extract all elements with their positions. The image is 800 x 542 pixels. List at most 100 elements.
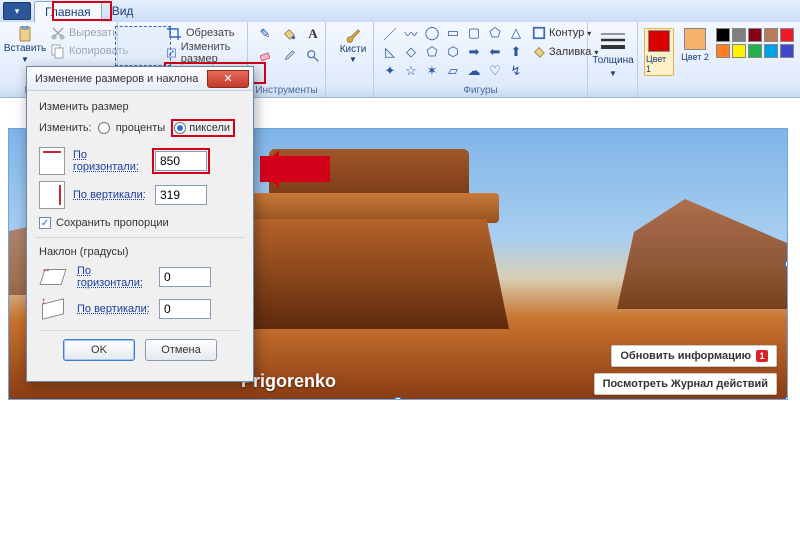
radio-pixels[interactable] (174, 122, 186, 134)
tab-view[interactable]: Вид (102, 1, 144, 21)
skew-h-input[interactable] (159, 267, 211, 287)
shape-triangle[interactable]: △ (506, 24, 526, 42)
app-menu-button[interactable]: ▾ (3, 2, 31, 20)
magnifier-icon (306, 49, 320, 63)
shape-line[interactable]: ／ (380, 24, 400, 42)
fill-label: Заливка (549, 46, 591, 58)
radio-percent[interactable] (98, 122, 110, 134)
thickness-icon (599, 30, 627, 52)
shape-polygon[interactable]: ⬠ (485, 24, 505, 42)
keep-aspect-checkbox[interactable]: ✓ (39, 217, 51, 229)
shape-cloud[interactable]: ☁ (464, 62, 484, 80)
shape-lightning[interactable]: ↯ (506, 62, 526, 80)
group-tools: ✎ A Инструменты (248, 22, 326, 97)
color1-button[interactable]: Цвет 1 (644, 28, 674, 76)
keep-aspect-label: Сохранить пропорции (56, 217, 169, 229)
bucket-tool[interactable] (278, 24, 300, 44)
horizontal-icon (39, 147, 65, 175)
palette-swatch[interactable] (716, 28, 730, 42)
shape-arrow-l[interactable]: ⬅ (485, 43, 505, 61)
shape-curve[interactable]: 〰 (401, 24, 421, 42)
dialog-close-button[interactable]: ✕ (207, 70, 249, 88)
resize-icon (166, 45, 177, 61)
shapes-gallery[interactable]: ／ 〰 ◯ ▭ ▢ ⬠ △ ◺ ◇ ⬠ ⬡ ➡ ⬅ ⬆ ✦ ☆ ✶ ▱ ☁ ♡ (380, 24, 526, 80)
palette-swatch[interactable] (764, 44, 778, 58)
resize-button[interactable]: Изменить размер (166, 44, 241, 62)
shape-diamond[interactable]: ◇ (401, 43, 421, 61)
group-label-tools: Инструменты (248, 85, 325, 96)
resize-label: Изменить размер (181, 41, 241, 65)
color-palette[interactable] (716, 28, 794, 58)
ok-button[interactable]: OK (63, 339, 135, 361)
color2-button[interactable]: Цвет 2 (680, 28, 710, 62)
resize-handle-se[interactable] (785, 397, 788, 400)
shape-star6[interactable]: ✶ (422, 62, 442, 80)
select-icon (115, 26, 171, 66)
shape-oval[interactable]: ◯ (422, 24, 442, 42)
eraser-tool[interactable] (254, 46, 276, 66)
palette-swatch[interactable] (732, 28, 746, 42)
skew-section-label: Наклон (градусы) (39, 246, 241, 258)
group-shapes: ／ 〰 ◯ ▭ ▢ ⬠ △ ◺ ◇ ⬠ ⬡ ➡ ⬅ ⬆ ✦ ☆ ✶ ▱ ☁ ♡ (374, 22, 588, 97)
shape-callout[interactable]: ▱ (443, 62, 463, 80)
shape-arrow-r[interactable]: ➡ (464, 43, 484, 61)
fill-icon (532, 45, 546, 59)
by-label: Изменить: (39, 122, 92, 134)
dialog-titlebar[interactable]: Изменение размеров и наклона ✕ (27, 67, 253, 91)
skew-v-icon: ↕ (39, 296, 69, 322)
annotation-pixels-highlight: пиксели (171, 119, 235, 137)
dialog-title: Изменение размеров и наклона (35, 73, 198, 85)
resize-skew-dialog: Изменение размеров и наклона ✕ Изменить … (26, 66, 254, 382)
resize-section-label: Изменить размер (39, 101, 241, 113)
palette-swatch[interactable] (780, 44, 794, 58)
group-label-shapes: Фигуры (374, 85, 587, 96)
palette-swatch[interactable] (732, 44, 746, 58)
shape-hexagon[interactable]: ⬡ (443, 43, 463, 61)
group-colors: Цвет 1 Цвет 2 (638, 22, 800, 97)
brush-icon (340, 24, 366, 44)
color1-label: Цвет 1 (646, 54, 672, 74)
palette-swatch[interactable] (716, 44, 730, 58)
shape-roundrect[interactable]: ▢ (464, 24, 484, 42)
shape-rtriangle[interactable]: ◺ (380, 43, 400, 61)
shape-rect[interactable]: ▭ (443, 24, 463, 42)
pencil-tool[interactable]: ✎ (254, 24, 276, 44)
radio-percent-label: проценты (116, 122, 166, 134)
outline-label: Контур (549, 27, 584, 39)
profile-name: Prigorenko (241, 371, 336, 392)
group-brushes: Кисти ▼ (326, 22, 374, 97)
skew-v-input[interactable] (159, 299, 211, 319)
shape-star4[interactable]: ✦ (380, 62, 400, 80)
text-tool[interactable]: A (302, 24, 324, 44)
crop-button[interactable]: Обрезать (166, 24, 241, 42)
color2-swatch (684, 28, 706, 50)
update-info-button[interactable]: Обновить информацию 1 (611, 345, 777, 367)
horizontal-input[interactable] (155, 151, 207, 171)
cancel-button[interactable]: Отмена (145, 339, 217, 361)
activity-log-button[interactable]: Посмотреть Журнал действий (594, 373, 777, 395)
palette-swatch[interactable] (780, 28, 794, 42)
palette-swatch[interactable] (748, 28, 762, 42)
palette-swatch[interactable] (748, 44, 762, 58)
thickness-button[interactable]: Толщина ▼ (594, 24, 632, 78)
brushes-button[interactable]: Кисти ▼ (332, 24, 374, 64)
shape-arrow-u[interactable]: ⬆ (506, 43, 526, 61)
paste-button[interactable]: Вставить ▼ (6, 24, 44, 64)
tab-home[interactable]: Главная (34, 1, 102, 22)
vertical-input[interactable] (155, 185, 207, 205)
zoom-tool[interactable] (302, 46, 324, 66)
paste-label: Вставить (4, 43, 46, 54)
shape-heart[interactable]: ♡ (485, 62, 505, 80)
group-thickness: Толщина ▼ (588, 22, 638, 97)
resize-handle-s[interactable] (395, 397, 401, 400)
outline-icon (532, 26, 546, 40)
palette-swatch[interactable] (764, 28, 778, 42)
shape-star5[interactable]: ☆ (401, 62, 421, 80)
skew-h-label: По горизонтали: (77, 265, 151, 289)
brush-label: Кисти (340, 44, 367, 55)
vertical-label: По вертикали: (73, 189, 147, 201)
resize-handle-e[interactable] (785, 261, 788, 267)
shape-pentagon[interactable]: ⬠ (422, 43, 442, 61)
scissors-icon (50, 25, 66, 41)
picker-tool[interactable] (278, 46, 300, 66)
